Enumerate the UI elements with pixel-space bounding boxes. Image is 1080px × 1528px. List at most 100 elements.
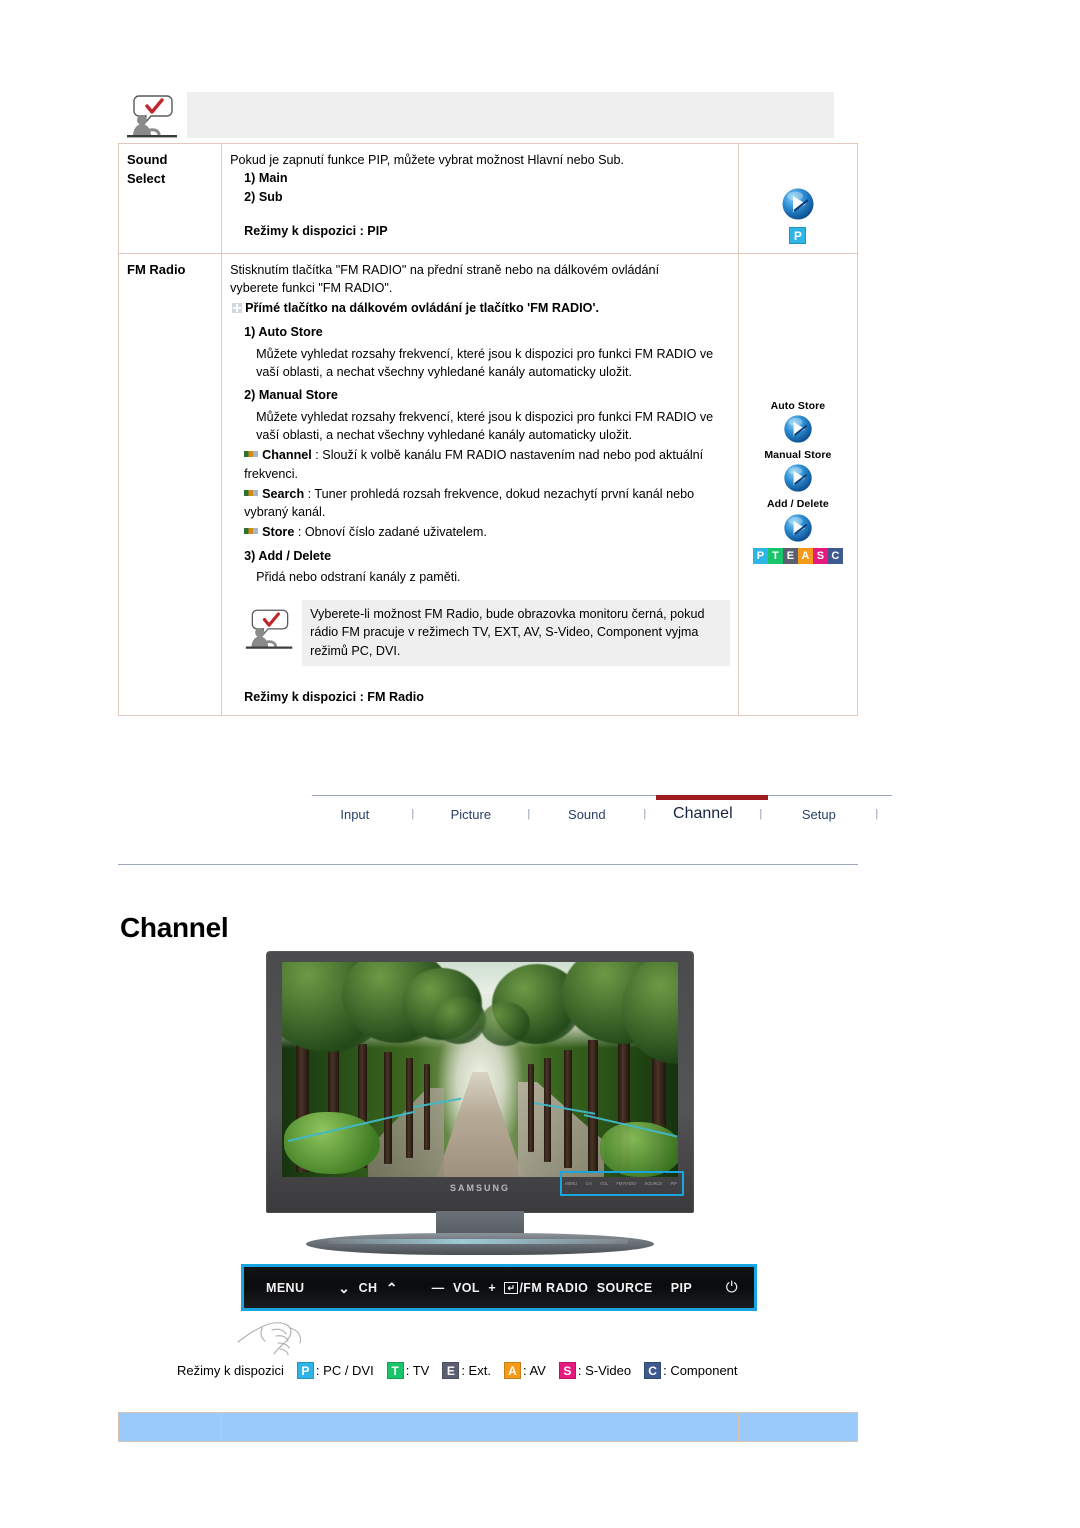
- legend-badge-S: S: [558, 1362, 576, 1379]
- nav-separator: |: [759, 808, 763, 820]
- mode-badge-T: T: [767, 547, 783, 564]
- page-title: Channel: [120, 912, 229, 943]
- nav-rule: [312, 795, 892, 796]
- fm-radio-modes: Režimy k dispozici : FM Radio: [244, 689, 424, 704]
- legend-badge-E: E: [442, 1362, 460, 1379]
- plus-icon: [232, 302, 243, 313]
- nav-separator: |: [643, 808, 647, 820]
- fm-dash-item-channel: Channel : Slouží k volbě kanálu FM RADIO…: [244, 446, 730, 483]
- section-divider: [118, 864, 858, 865]
- tab-picture[interactable]: Picture: [428, 807, 514, 822]
- pip-button[interactable]: PIP: [671, 1281, 692, 1295]
- mode-badge-strip: PTEASC: [747, 547, 849, 564]
- icon-label-add-delete: Add / Delete: [766, 498, 829, 511]
- legend-text-av: : AV: [522, 1363, 546, 1378]
- volume-down-button[interactable]: —: [432, 1281, 445, 1295]
- photo-tree-trunk: [406, 1058, 413, 1158]
- channel-up-button[interactable]: ⌃: [386, 1281, 398, 1295]
- sound-select-item-sub: 2) Sub: [244, 189, 283, 204]
- icon-label-auto-store: Auto Store: [770, 400, 826, 412]
- footer-cell-middle: [221, 1412, 739, 1442]
- dash-bullet-icon: [244, 528, 259, 535]
- table-row-sound-select: Sound Select Pokud je zapnutí funkce PIP…: [117, 143, 859, 254]
- monitor-screen: [282, 962, 678, 1177]
- fm-radio-label: /FM RADIO: [519, 1280, 589, 1295]
- power-button[interactable]: ⏻: [726, 1279, 738, 1296]
- photo-tree-trunk: [424, 1064, 430, 1150]
- channel-label: CH: [358, 1280, 378, 1295]
- row-icons-fm-radio: Auto Store Manual Store Add / Delete P T…: [737, 253, 859, 716]
- pointing-hand-icon: [232, 1316, 320, 1364]
- tab-input[interactable]: Input: [312, 807, 398, 822]
- nav-separator: |: [527, 808, 531, 820]
- table-row-fm-radio: FM Radio Stisknutím tlačítka "FM RADIO" …: [117, 253, 859, 716]
- fm-auto-store-body: Můžete vyhledat rozsahy frekvencí, které…: [256, 347, 714, 380]
- photo-shrub: [600, 1122, 678, 1177]
- tab-sound[interactable]: Sound: [544, 807, 630, 822]
- fm-dash-term-store: Store: [262, 525, 295, 540]
- nav-items: Input | Picture | Sound | Channel | Setu…: [312, 805, 892, 823]
- legend-text-pc-dvi: : PC / DVI: [315, 1363, 374, 1378]
- enter-key-icon: ↵: [504, 1281, 519, 1294]
- channel-down-button[interactable]: ⌄: [338, 1281, 350, 1295]
- fm-manual-store-body: Můžete vyhledat rozsahy frekvencí, které…: [256, 409, 714, 442]
- monitor-illustration: SAMSUNG MENU CH VOL FM RADIO SOURCE PIP: [266, 951, 694, 1255]
- row-icons-sound-select: P: [737, 143, 859, 254]
- legend-text-ext: : Ext.: [461, 1363, 491, 1378]
- mode-badge-A: A: [797, 547, 813, 564]
- sound-select-intro: Pokud je zapnutí funkce PIP, můžete vybr…: [230, 153, 625, 167]
- tab-channel[interactable]: Channel: [660, 805, 746, 823]
- legend-text-svideo: : S-Video: [577, 1363, 632, 1378]
- footer-cell-right: [737, 1412, 859, 1442]
- fm-dash-desc-search: : Tuner prohledá rozsah frekvence, dokud…: [244, 486, 695, 519]
- monitor-stand-highlight: [328, 1239, 628, 1244]
- legend-text-component: : Component: [663, 1363, 738, 1378]
- note-header: [119, 86, 858, 143]
- front-control-panel-row: MENU ⌄ CH ⌃ — VOL + ↵/FM RADIO SOURCE PI…: [244, 1267, 754, 1308]
- footer-bar: [117, 1412, 859, 1442]
- fm-manual-store-heading: 2) Manual Store: [244, 387, 338, 402]
- sound-select-item-main: 1) Main: [244, 171, 288, 186]
- blue-play-sphere-icon: [784, 513, 812, 542]
- photo-tree-trunk: [528, 1064, 534, 1152]
- row-label-fm-radio: FM Radio: [117, 253, 223, 716]
- row-body-sound-select: Pokud je zapnutí funkce PIP, můžete vybr…: [221, 143, 739, 254]
- section-nav: Input | Picture | Sound | Channel | Setu…: [312, 795, 892, 835]
- nav-separator: |: [411, 808, 415, 820]
- mode-badge-E: E: [782, 547, 798, 564]
- photo-tree-trunk: [544, 1058, 551, 1162]
- enter-fm-radio-button[interactable]: ↵/FM RADIO: [504, 1281, 588, 1295]
- mode-badge-C: C: [827, 547, 843, 564]
- fm-add-delete-body: Přidá nebo odstraní kanály z paměti.: [256, 569, 461, 584]
- screen-photo-tree-path: [282, 962, 678, 1177]
- footer-cell-left: [117, 1412, 223, 1442]
- fm-dash-item-store: Store : Obnoví číslo zadané uživatelem.: [244, 523, 730, 541]
- fm-add-delete-heading: 3) Add / Delete: [244, 548, 332, 563]
- tab-setup[interactable]: Setup: [776, 807, 862, 822]
- front-control-panel: MENU ⌄ CH ⌃ — VOL + ↵/FM RADIO SOURCE PI…: [241, 1264, 757, 1311]
- volume-up-button[interactable]: +: [488, 1281, 496, 1295]
- source-button[interactable]: SOURCE: [597, 1281, 653, 1295]
- fm-inner-note: Vyberete-li možnost FM Radio, bude obraz…: [244, 600, 730, 666]
- fm-icon-stack: Auto Store Manual Store Add / Delete P T…: [747, 399, 849, 564]
- mode-badge-S: S: [812, 547, 828, 564]
- mode-badge-P: P: [752, 547, 768, 564]
- legend-label: Režimy k dispozici: [177, 1363, 284, 1378]
- legend-badge-P: P: [296, 1362, 314, 1379]
- note-person-check-icon: [244, 602, 296, 652]
- table-note-header-row: [119, 86, 858, 144]
- fm-inner-note-text: Vyberete-li možnost FM Radio, bude obraz…: [302, 600, 730, 666]
- footer-row: [117, 1412, 859, 1442]
- fm-dash-item-search: Search : Tuner prohledá rozsah frekvence…: [244, 485, 730, 522]
- blue-play-sphere-icon: [782, 188, 814, 220]
- fm-radio-intro-line2: vyberete funkci "FM RADIO".: [230, 281, 393, 296]
- row-label-sound-select: Sound Select: [117, 143, 223, 254]
- legend-badge-T: T: [386, 1362, 404, 1379]
- note-person-check-icon: [125, 88, 181, 140]
- photo-canopy: [432, 996, 486, 1044]
- menu-button[interactable]: MENU: [266, 1281, 304, 1295]
- photo-canopy: [622, 962, 678, 1064]
- fm-dash-term-search: Search: [262, 486, 305, 501]
- fm-radio-intro-line1: Stisknutím tlačítka "FM RADIO" na přední…: [230, 263, 660, 277]
- row-label-line1: Sound: [127, 152, 168, 167]
